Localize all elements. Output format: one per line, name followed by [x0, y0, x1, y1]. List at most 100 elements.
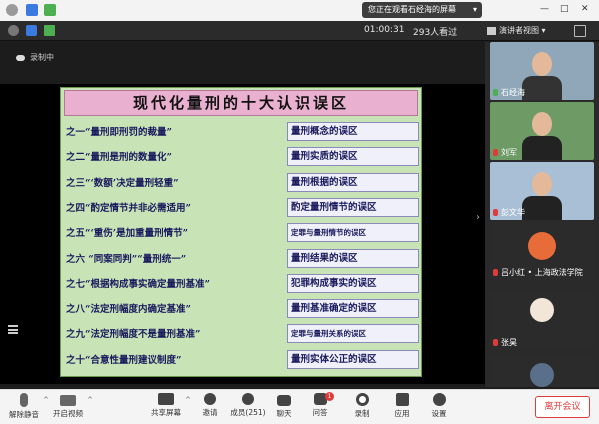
- participant-tile[interactable]: 刘军: [490, 102, 594, 160]
- invite-icon: [204, 393, 216, 405]
- participant-tile[interactable]: 石经海: [490, 42, 594, 100]
- misconception-category: 犯罪构成事实的误区: [287, 273, 419, 293]
- share-label: 共享屏幕: [151, 408, 181, 417]
- misconception-category: 量刑根据的误区: [287, 172, 419, 192]
- misconception-category: 定罪与量刑情节的误区: [287, 223, 419, 243]
- participant-tile[interactable]: 吕小红 • 上海政法学院: [490, 222, 594, 280]
- mic-muted-icon: [20, 393, 28, 407]
- view-mode-button[interactable]: 演讲者视图 ▾: [487, 24, 567, 38]
- signal-icon: [44, 25, 55, 36]
- share-notice[interactable]: 您正在观看石经海的屏幕 ▾: [362, 2, 482, 18]
- qa-label: 问答: [312, 408, 328, 417]
- viewer-count[interactable]: 293人看过: [413, 25, 457, 38]
- participant-name: 刘军: [493, 147, 517, 158]
- list-icon[interactable]: [8, 325, 18, 334]
- participant-name-text: 彭文华: [501, 208, 525, 217]
- recording-label: 录制中: [30, 53, 54, 62]
- participant-face: [532, 172, 552, 196]
- shield-icon[interactable]: [26, 25, 37, 36]
- chat-icon: [277, 395, 291, 406]
- slide-title: 现代化量刑的十大认识误区: [64, 90, 418, 116]
- avatar: [530, 363, 554, 387]
- misconception-category: 量刑实质的误区: [287, 147, 419, 167]
- misconception-text: 之五“‘重伤’是加重量刑情节”: [66, 228, 189, 240]
- chevron-right-icon[interactable]: ›: [476, 212, 480, 223]
- video-label: 开启视频: [53, 409, 83, 418]
- participant-name: 石经海: [493, 87, 525, 98]
- recording-indicator: 录制中: [16, 52, 54, 63]
- slide-row: 之九“法定刑幅度不是量刑基准” 定罪与量刑关系的误区: [61, 322, 423, 346]
- slide-row: 之三“‘数额’决定量刑轻重” 量刑根据的误区: [61, 171, 423, 195]
- slide-row: 之二“量刑是刑的数量化” 量刑实质的误区: [61, 145, 423, 169]
- participant-name-text: 张昊: [501, 338, 517, 347]
- fullscreen-icon[interactable]: [574, 25, 586, 37]
- participant-tile[interactable]: 彭文华: [490, 162, 594, 220]
- qa-button[interactable]: 1 问答: [298, 392, 342, 423]
- view-mode-label: 演讲者视图: [499, 26, 539, 35]
- misconception-text: 之七“根据构成事实确定量刑基准”: [66, 278, 210, 290]
- close-button[interactable]: ✕: [581, 4, 589, 14]
- info-icon[interactable]: [8, 25, 19, 36]
- misconception-category: 量刑结果的误区: [287, 248, 419, 268]
- minimize-button[interactable]: —: [540, 4, 549, 14]
- participant-name: 吕小红 • 上海政法学院: [493, 267, 583, 278]
- misconception-category: 量刑实体公正的误区: [287, 349, 419, 369]
- shield-icon[interactable]: [26, 4, 38, 16]
- misconception-text: 之三“‘数额’决定量刑轻重”: [66, 177, 179, 189]
- info-icon[interactable]: [6, 4, 18, 16]
- misconception-text: 之六 “同案同判”“量刑统一”: [66, 253, 187, 265]
- members-icon: [242, 393, 254, 405]
- participant-panel: 石经海刘军彭文华吕小红 • 上海政法学院 张昊: [485, 42, 599, 387]
- participant-name: 彭文华: [493, 207, 525, 218]
- camera-off-icon: [60, 395, 76, 406]
- share-screen-icon: [158, 393, 174, 405]
- participant-tile[interactable]: 张昊: [490, 292, 594, 350]
- participant-name-text: 吕小红 • 上海政法学院: [501, 268, 583, 277]
- signal-icon: [44, 4, 56, 16]
- qa-badge: 1: [325, 392, 334, 401]
- misconception-category: 酌定量刑情节的误区: [287, 197, 419, 217]
- slide-row: 之十“合意性量刑建议制度” 量刑实体公正的误区: [61, 348, 423, 372]
- participant-name-text: 石经海: [501, 88, 525, 97]
- shared-screen: 录制中 现代化量刑的十大认识误区 之一“量刑即刑罚的裁量” 量刑概念的误区 之二“量…: [0, 42, 485, 387]
- misconception-text: 之四“酌定情节并非必需适用”: [66, 202, 191, 214]
- misconception-category: 定罪与量刑关系的误区: [287, 324, 419, 344]
- misconception-category: 量刑概念的误区: [287, 122, 419, 141]
- participant-video: [522, 196, 562, 220]
- participant-name-text: 刘军: [501, 148, 517, 157]
- record-icon: [355, 393, 369, 406]
- chevron-down-icon: ▾: [472, 5, 477, 14]
- record-button[interactable]: 录制: [340, 393, 384, 423]
- slide-row: 之五“‘重伤’是加重量刑情节” 定罪与量刑情节的误区: [61, 221, 423, 245]
- misconception-text: 之八“法定刑幅度内确定基准”: [66, 304, 191, 316]
- settings-label: 设置: [431, 409, 447, 418]
- participant-video: [522, 136, 562, 160]
- record-label: 录制: [354, 409, 370, 418]
- misconception-text: 之十“合意性量刑建议制度”: [66, 354, 182, 366]
- misconception-category: 量刑基准确定的误区: [287, 299, 419, 319]
- chevron-down-icon: ▾: [541, 26, 546, 35]
- participant-tile[interactable]: [490, 357, 594, 387]
- video-button[interactable]: 开启视频 ^: [46, 393, 93, 423]
- participant-name: 张昊: [493, 337, 517, 348]
- leave-meeting-button[interactable]: 离开会议: [535, 396, 590, 418]
- share-notice-text: 您正在观看石经海的屏幕: [368, 5, 456, 14]
- slide-row: 之四“酌定情节并非必需适用” 酌定量刑情节的误区: [61, 196, 423, 220]
- maximize-button[interactable]: □: [560, 4, 569, 14]
- mute-button[interactable]: 解除静音 ^: [2, 393, 49, 423]
- apps-icon: [395, 393, 409, 406]
- chevron-up-icon[interactable]: ^: [87, 396, 93, 404]
- grid-icon: [487, 26, 496, 35]
- slide-row: 之六 “同案同判”“量刑统一” 量刑结果的误区: [61, 247, 423, 271]
- share-screen-button[interactable]: 共享屏幕 ^: [144, 393, 191, 423]
- slide-row: 之一“量刑即刑罚的裁量” 量刑概念的误区: [61, 120, 423, 144]
- gear-icon: [432, 393, 446, 406]
- misconception-text: 之二“量刑是刑的数量化”: [66, 152, 172, 164]
- mic-icon: [493, 89, 498, 96]
- slide-row: 之七“根据构成事实确定量刑基准” 犯罪构成事实的误区: [61, 272, 423, 296]
- participant-face: [532, 112, 552, 136]
- meeting-info-bar: 01:00:31 293人看过 演讲者视图 ▾: [0, 21, 599, 41]
- settings-button[interactable]: 设置: [417, 393, 461, 423]
- mic-muted-icon: [493, 149, 498, 156]
- participant-face: [532, 52, 552, 76]
